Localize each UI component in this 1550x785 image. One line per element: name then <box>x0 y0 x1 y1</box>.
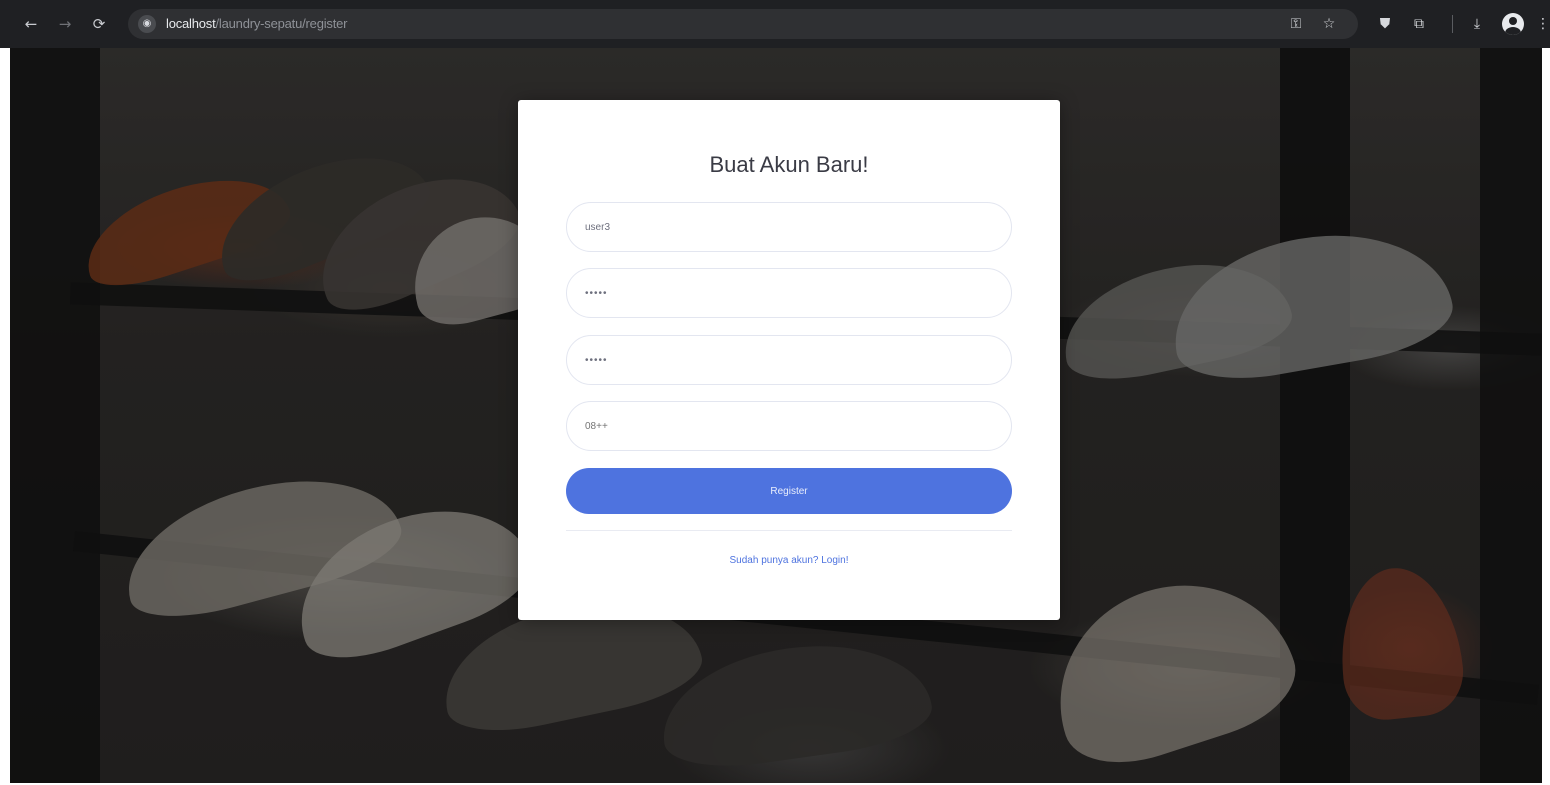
url-host: localhost <box>166 16 216 31</box>
toolbar-separator <box>1452 15 1453 33</box>
password-input[interactable] <box>566 268 1012 318</box>
back-icon[interactable]: ← <box>20 13 42 35</box>
profile-avatar-icon[interactable] <box>1502 13 1524 35</box>
browser-toolbar: ← → ⟳ ◉ localhost/laundry-sepatu/registe… <box>0 0 1550 48</box>
reload-icon[interactable]: ⟳ <box>88 13 110 35</box>
username-input[interactable] <box>566 202 1012 252</box>
register-card: Buat Akun Baru! Register Sudah punya aku… <box>518 100 1060 620</box>
phone-input[interactable] <box>566 401 1012 451</box>
repeat-password-input[interactable] <box>566 335 1012 385</box>
form-divider <box>566 530 1012 531</box>
download-icon[interactable]: ⤓ <box>1466 13 1488 35</box>
address-bar[interactable]: ◉ localhost/laundry-sepatu/register <box>128 9 1358 39</box>
url-text[interactable]: localhost/laundry-sepatu/register <box>166 16 347 31</box>
register-button[interactable]: Register <box>566 468 1012 514</box>
forward-icon[interactable]: → <box>54 13 76 35</box>
more-menu-icon[interactable]: ⋮ <box>1536 13 1550 35</box>
page-title: Buat Akun Baru! <box>709 152 869 177</box>
extensions-puzzle-icon[interactable]: ⧉ <box>1408 13 1430 35</box>
login-link[interactable]: Sudah punya akun? Login! <box>518 555 1060 566</box>
shield-extension-icon[interactable]: ⛊ <box>1374 13 1396 35</box>
bookmark-star-icon[interactable]: ☆ <box>1318 13 1340 35</box>
site-info-icon[interactable]: ◉ <box>138 15 156 33</box>
url-path: /laundry-sepatu/register <box>215 16 348 31</box>
password-key-icon[interactable]: ⚿ <box>1285 13 1307 35</box>
